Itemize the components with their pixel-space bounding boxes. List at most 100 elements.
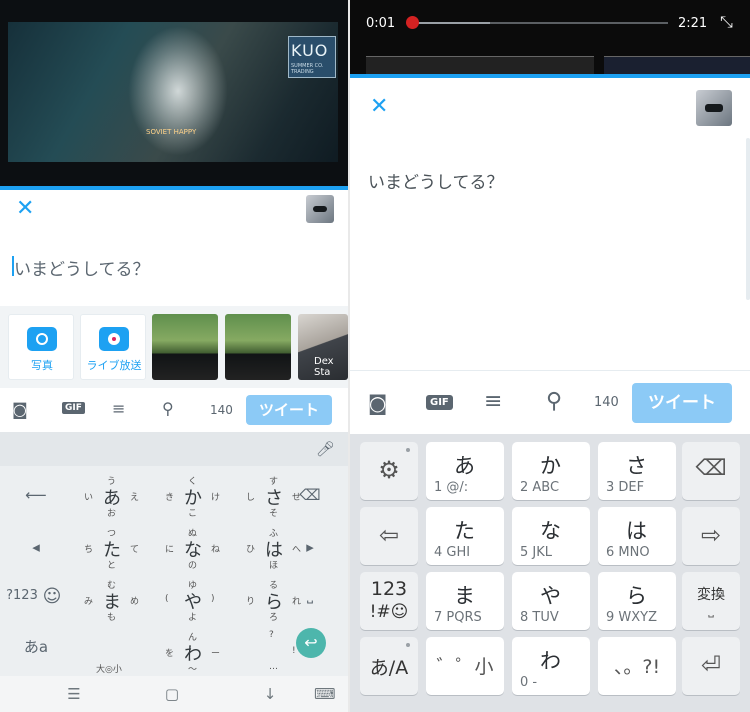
compose-input[interactable]: いまどうしてる？: [368, 168, 504, 193]
seek-buffered: [410, 22, 490, 24]
camera-icon[interactable]: ◙: [12, 400, 28, 419]
flick-key-hint: ?: [269, 630, 274, 640]
cursor-right-key[interactable]: ⇨: [682, 507, 740, 565]
flick-key-hint: も: [107, 613, 117, 623]
dancer-figure: [128, 26, 228, 156]
live-tile[interactable]: ライブ放送: [80, 314, 146, 380]
flick-key-hint: (: [165, 594, 169, 604]
mic-icon[interactable]: 🎤︎: [316, 440, 335, 458]
kana-key-sublabel: 1 @/:: [434, 480, 469, 495]
kana-key-label: な: [540, 519, 561, 543]
flick-key-hint: し: [246, 493, 256, 503]
symbols-key[interactable]: 123 !#☺: [360, 572, 418, 630]
flick-key-hint: す: [269, 477, 279, 487]
scrollbar[interactable]: [746, 138, 750, 300]
flick-key-hint: ゆ: [188, 581, 198, 591]
kana-mode-key[interactable]: あa: [16, 636, 56, 657]
kana-key[interactable]: わ0 ‐: [512, 637, 590, 695]
camera-icon[interactable]: ◙: [368, 391, 387, 415]
kana-key-label: ま: [454, 584, 475, 608]
input-mode-key[interactable]: あ/A: [360, 637, 418, 695]
flick-key[interactable]: たつちてと: [70, 522, 154, 572]
kana-key-sublabel: 7 PQRS: [434, 610, 482, 625]
kana-key[interactable]: さ 3 DEF: [598, 442, 676, 500]
kana-key[interactable]: 、。?!: [598, 637, 676, 695]
flick-key-hint: 大◎小: [96, 665, 122, 675]
photo-thumbnail[interactable]: [152, 314, 218, 380]
poll-icon[interactable]: ≡: [484, 389, 502, 414]
video-player[interactable]: KUO SUMMER CO. TRADING SOVIET HAPPY: [0, 0, 348, 186]
backspace-key[interactable]: ⌫: [682, 442, 740, 500]
flick-key[interactable]: なぬにねの: [151, 522, 235, 572]
cursor-left-key[interactable]: ⟵: [16, 486, 56, 504]
flick-key[interactable]: まむみめも: [70, 574, 154, 624]
cursor-left-key[interactable]: ⇦: [360, 507, 418, 565]
kana-key[interactable]: か 2 ABC: [512, 442, 590, 500]
flick-key-hint: の: [188, 561, 198, 571]
flick-key-hint: え: [130, 493, 140, 503]
kana-key-sublabel: 0 ‐: [520, 675, 538, 690]
kana-key[interactable]: ま 7 PQRS: [426, 572, 504, 630]
seek-thumb[interactable]: [405, 16, 419, 29]
flick-key[interactable]: 大◎小: [70, 626, 154, 676]
flick-key-hint: る: [269, 581, 279, 591]
tweet-button[interactable]: ツイート: [246, 395, 332, 425]
arrow-left-key[interactable]: ◂: [16, 538, 56, 556]
flick-key[interactable]: ?!…: [232, 626, 316, 676]
flick-key[interactable]: かくきけこ: [151, 470, 235, 520]
enter-key[interactable]: ⏎: [682, 637, 740, 695]
avatar[interactable]: [696, 90, 732, 126]
photo-thumbnail[interactable]: Dex Sta: [298, 314, 348, 380]
home-icon[interactable]: ▢: [164, 686, 180, 702]
kana-key-label: は: [626, 519, 647, 543]
compose-input[interactable]: いまどうしてる？: [14, 255, 150, 280]
flick-key-hint: う: [107, 477, 117, 487]
flick-key[interactable]: あういえお: [70, 470, 154, 520]
convert-key[interactable]: 変換 ⎵: [682, 572, 740, 630]
enter-icon: ⏎: [700, 651, 722, 679]
flick-key-hint: を: [165, 649, 175, 659]
flick-key-hint: へ: [292, 545, 302, 555]
flick-key-hint: ぬ: [188, 529, 198, 539]
camera-tile[interactable]: 写真: [8, 314, 74, 380]
char-count: 140: [594, 395, 619, 410]
kana-key[interactable]: た 4 GHI: [426, 507, 504, 565]
kana-key-label: わ: [540, 649, 561, 673]
location-icon[interactable]: ⚲: [546, 389, 562, 414]
kana-key[interactable]: ゛゜小: [426, 637, 504, 695]
recents-icon[interactable]: ☰: [66, 686, 82, 702]
kana-key[interactable]: ら 9 WXYZ: [598, 572, 676, 630]
kana-key[interactable]: な 5 JKL: [512, 507, 590, 565]
close-icon[interactable]: ✕: [16, 198, 34, 220]
exit-fullscreen-icon[interactable]: ⤡: [720, 12, 733, 32]
kana-key[interactable]: あ 1 @/:: [426, 442, 504, 500]
emoji-key[interactable]: ☺: [32, 586, 72, 607]
video-divider: [350, 74, 750, 78]
video-player[interactable]: 0:01 2:21 ⤡: [350, 0, 750, 74]
location-icon[interactable]: ⚲: [162, 399, 174, 418]
avatar[interactable]: [306, 195, 334, 223]
kana-key[interactable]: や 8 TUV: [512, 572, 590, 630]
close-icon[interactable]: ✕: [370, 96, 388, 118]
flick-key[interactable]: はふひへほ: [232, 522, 316, 572]
flick-key[interactable]: わんをー〜: [151, 626, 235, 676]
shop-sign: KUO SUMMER CO. TRADING: [288, 36, 336, 78]
compose-toolbar: ◙ GIF ≡ ⚲ 140 ツイート: [350, 370, 750, 434]
kana-key-label: あ: [454, 454, 475, 478]
settings-key[interactable]: ⚙: [360, 442, 418, 500]
flick-key[interactable]: やゆ() よ: [151, 574, 235, 624]
flick-key[interactable]: さすしせそ: [232, 470, 316, 520]
keyboard-switch-icon[interactable]: ⌨: [314, 686, 336, 702]
compose-toolbar: ◙ GIF ≡ ⚲ 140 ツイート: [0, 388, 348, 432]
flick-key-hint: ね: [211, 545, 221, 555]
photo-thumbnail[interactable]: [225, 314, 291, 380]
kana-key-label: た: [454, 519, 475, 543]
kana-key[interactable]: は 6 MNO: [598, 507, 676, 565]
back-icon[interactable]: ↓: [262, 686, 278, 702]
flick-key[interactable]: らるりれろ: [232, 574, 316, 624]
kana-key-label: さ: [626, 454, 647, 478]
poll-icon[interactable]: ≡: [112, 399, 125, 418]
gif-icon[interactable]: GIF: [426, 395, 453, 410]
gif-icon[interactable]: GIF: [62, 402, 85, 414]
tweet-button[interactable]: ツイート: [632, 383, 732, 423]
